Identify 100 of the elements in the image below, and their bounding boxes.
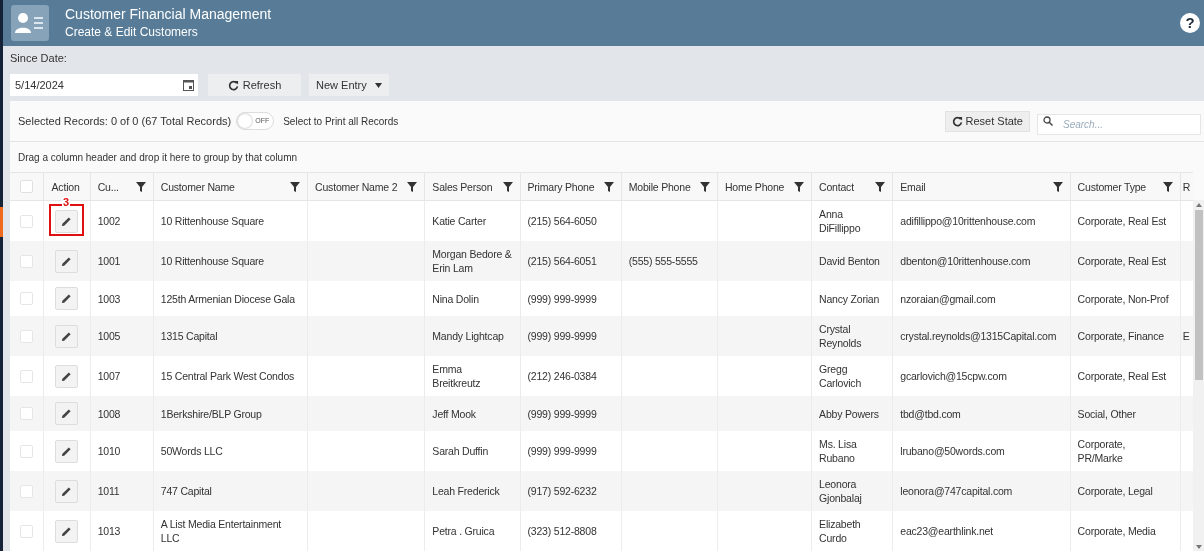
table-row[interactable]: 1005 1315 Capital Mandy Lightcap (999) 999-9999 Crystal Reynolds crystal.reynolds@1315Capital.com Corporate, Finance E xyxy=(10,316,1194,356)
group-by-hint: Drag a column header and drop it here to group by that column xyxy=(18,150,298,165)
table-cell: (999) 999-9999 xyxy=(527,445,597,457)
edit-button[interactable] xyxy=(55,479,79,503)
edit-button[interactable] xyxy=(55,402,79,425)
refresh-icon xyxy=(227,79,239,91)
table-row[interactable]: 1010 50Words LLC Sarah Duffin (999) 999-9999 Ms. Lisa Rubano lrubano@50words.com Corporate, PR/Marke xyxy=(10,431,1194,471)
table-cell: Anna DiFillippo xyxy=(819,208,861,234)
new-entry-button[interactable]: New Entry xyxy=(309,74,389,96)
table-cell: Corporate, Real Est xyxy=(1077,215,1167,227)
column-header[interactable]: Mobile Phone xyxy=(628,179,700,194)
column-header[interactable]: Action xyxy=(51,180,80,193)
table-cell: 747 Capital xyxy=(160,485,212,497)
help-icon[interactable]: ? xyxy=(1180,13,1200,33)
table-cell: 125th Armenian Diocese Gala xyxy=(160,292,295,305)
app-title: Customer Financial Management xyxy=(65,5,272,23)
row-checkbox[interactable] xyxy=(19,369,33,383)
filter-icon[interactable] xyxy=(1162,181,1173,192)
table-cell: Petra . Gruica xyxy=(432,525,495,537)
table-row[interactable]: 1011 747 Capital Leah Frederick (917) 592-6232 Leonora Gjonbalaj leonora@747capital.com Corporate, Legal xyxy=(10,471,1194,511)
table-cell: tbd@tbd.com xyxy=(900,407,961,420)
row-checkbox[interactable] xyxy=(19,292,33,305)
table-cell: Nina Dolin xyxy=(432,292,479,305)
table-cell: 1011 xyxy=(97,485,120,497)
reset-state-button[interactable]: Reset State xyxy=(944,110,1030,132)
callout-number: 3 xyxy=(62,196,71,208)
column-header[interactable]: Cu... xyxy=(97,179,136,194)
filter-icon[interactable] xyxy=(794,181,805,192)
edit-button[interactable] xyxy=(55,324,79,348)
edit-button[interactable] xyxy=(55,287,79,310)
scroll-thumb[interactable] xyxy=(1194,210,1203,380)
filter-icon[interactable] xyxy=(603,181,614,192)
filter-icon[interactable] xyxy=(135,181,146,192)
print-toggle-caption: Select to Print all Records xyxy=(283,114,399,129)
edit-button[interactable] xyxy=(55,439,79,463)
table-row[interactable]: 1008 1Berkshire/BLP Group Jeff Mook (999) 999-9999 Abby Powers tbd@tbd.com Social, Other xyxy=(10,396,1194,431)
table-cell: (917) 592-6232 xyxy=(527,485,597,497)
table-cell: crystal.reynolds@1315Capital.com xyxy=(900,330,1057,342)
table-cell: Jeff Mook xyxy=(432,407,476,420)
pencil-icon xyxy=(61,445,73,457)
table-cell: Social, Other xyxy=(1077,407,1136,420)
table-cell: 1010 xyxy=(97,445,121,457)
pencil-icon xyxy=(61,255,73,267)
row-checkbox[interactable] xyxy=(19,524,33,538)
table-cell: adifillippo@10rittenhouse.com xyxy=(900,215,1036,227)
pencil-icon xyxy=(61,370,73,382)
filter-icon[interactable] xyxy=(699,181,710,192)
row-checkbox[interactable] xyxy=(19,444,33,458)
pencil-icon xyxy=(61,485,73,497)
table-cell: E xyxy=(1182,330,1190,342)
row-checkbox[interactable] xyxy=(19,254,33,268)
select-all-checkbox[interactable] xyxy=(19,180,33,193)
column-header[interactable]: Home Phone xyxy=(724,179,795,194)
calendar-icon[interactable] xyxy=(183,79,194,91)
column-header[interactable]: Customer Name xyxy=(160,179,291,194)
edit-button[interactable] xyxy=(55,519,79,543)
table-row[interactable]: 1001 10 Rittenhouse Square Morgan Bedore & Erin Lam (215) 564-6051 (555) 555-5555 David Benton dbenton@10rittenhouse.com Corporate, Real Est xyxy=(10,241,1194,281)
column-header[interactable]: Primary Phone xyxy=(527,179,604,194)
column-header[interactable]: Customer Name 2 xyxy=(315,179,408,194)
scroll-up-icon[interactable] xyxy=(1195,203,1202,207)
table-cell: dbenton@10rittenhouse.com xyxy=(900,255,1031,267)
table-cell: (215) 564-6051 xyxy=(527,255,597,267)
filter-icon[interactable] xyxy=(502,181,513,192)
scroll-down-icon[interactable] xyxy=(1195,545,1202,549)
table-row[interactable]: 1013 A List Media Entertainment LLC Petra . Gruica (323) 512-8808 Elizabeth Curdo eac23@earthlink.net Corporate, Media xyxy=(10,511,1194,551)
table-row[interactable]: 1007 15 Central Park West Condos Emma Breitkreutz (212) 246-0384 Gregg Carlovich gcarlovich@15cpw.com Corporate, Real Est xyxy=(10,356,1194,396)
search-field[interactable]: Search... xyxy=(1037,113,1201,135)
table-cell: 1005 xyxy=(97,330,121,342)
app-subtitle: Create & Edit Customers xyxy=(65,24,199,41)
table-row[interactable]: 3 1002 10 Rittenhouse Square Katie Carter (215) 564-6050 Anna DiFillippo adifillippo@10rittenhouse.com Corporate, Real Est xyxy=(10,200,1194,241)
row-checkbox[interactable] xyxy=(19,484,33,498)
edit-button[interactable] xyxy=(55,249,79,273)
filter-icon[interactable] xyxy=(290,181,301,192)
edit-button[interactable] xyxy=(55,364,79,388)
filter-icon[interactable] xyxy=(1052,181,1063,192)
refresh-button[interactable]: Refresh xyxy=(208,74,301,96)
column-header[interactable]: R xyxy=(1182,179,1193,194)
column-header[interactable]: Contact xyxy=(819,179,876,194)
table-cell: 1003 xyxy=(97,292,121,305)
table-cell: Leonora Gjonbalaj xyxy=(819,478,862,504)
column-header[interactable]: Customer Type xyxy=(1077,179,1163,194)
table-cell: (999) 999-9999 xyxy=(527,407,597,420)
date-field[interactable]: 5/14/2024 xyxy=(10,74,198,96)
table-row[interactable]: 1003 125th Armenian Diocese Gala Nina Dolin (999) 999-9999 Nancy Zorian nzoraian@gmail.com Corporate, Non-Prof xyxy=(10,281,1194,316)
edit-button[interactable] xyxy=(55,209,79,233)
row-checkbox[interactable] xyxy=(19,214,33,228)
table-cell: lrubano@50words.com xyxy=(900,445,1005,457)
row-checkbox[interactable] xyxy=(19,407,33,420)
since-date-label: Since Date: xyxy=(10,52,68,65)
table-cell: (999) 999-9999 xyxy=(527,330,597,342)
pencil-icon xyxy=(61,293,73,304)
column-header[interactable]: Sales Person xyxy=(432,179,503,194)
table-cell: 1002 xyxy=(97,215,121,227)
contact-card-icon xyxy=(11,5,49,41)
column-header[interactable]: Email xyxy=(900,179,1053,194)
filter-icon[interactable] xyxy=(875,181,886,192)
row-checkbox[interactable] xyxy=(19,329,33,343)
filter-icon[interactable] xyxy=(407,181,418,192)
scrollbar[interactable] xyxy=(1193,200,1204,551)
pencil-icon xyxy=(61,330,73,342)
